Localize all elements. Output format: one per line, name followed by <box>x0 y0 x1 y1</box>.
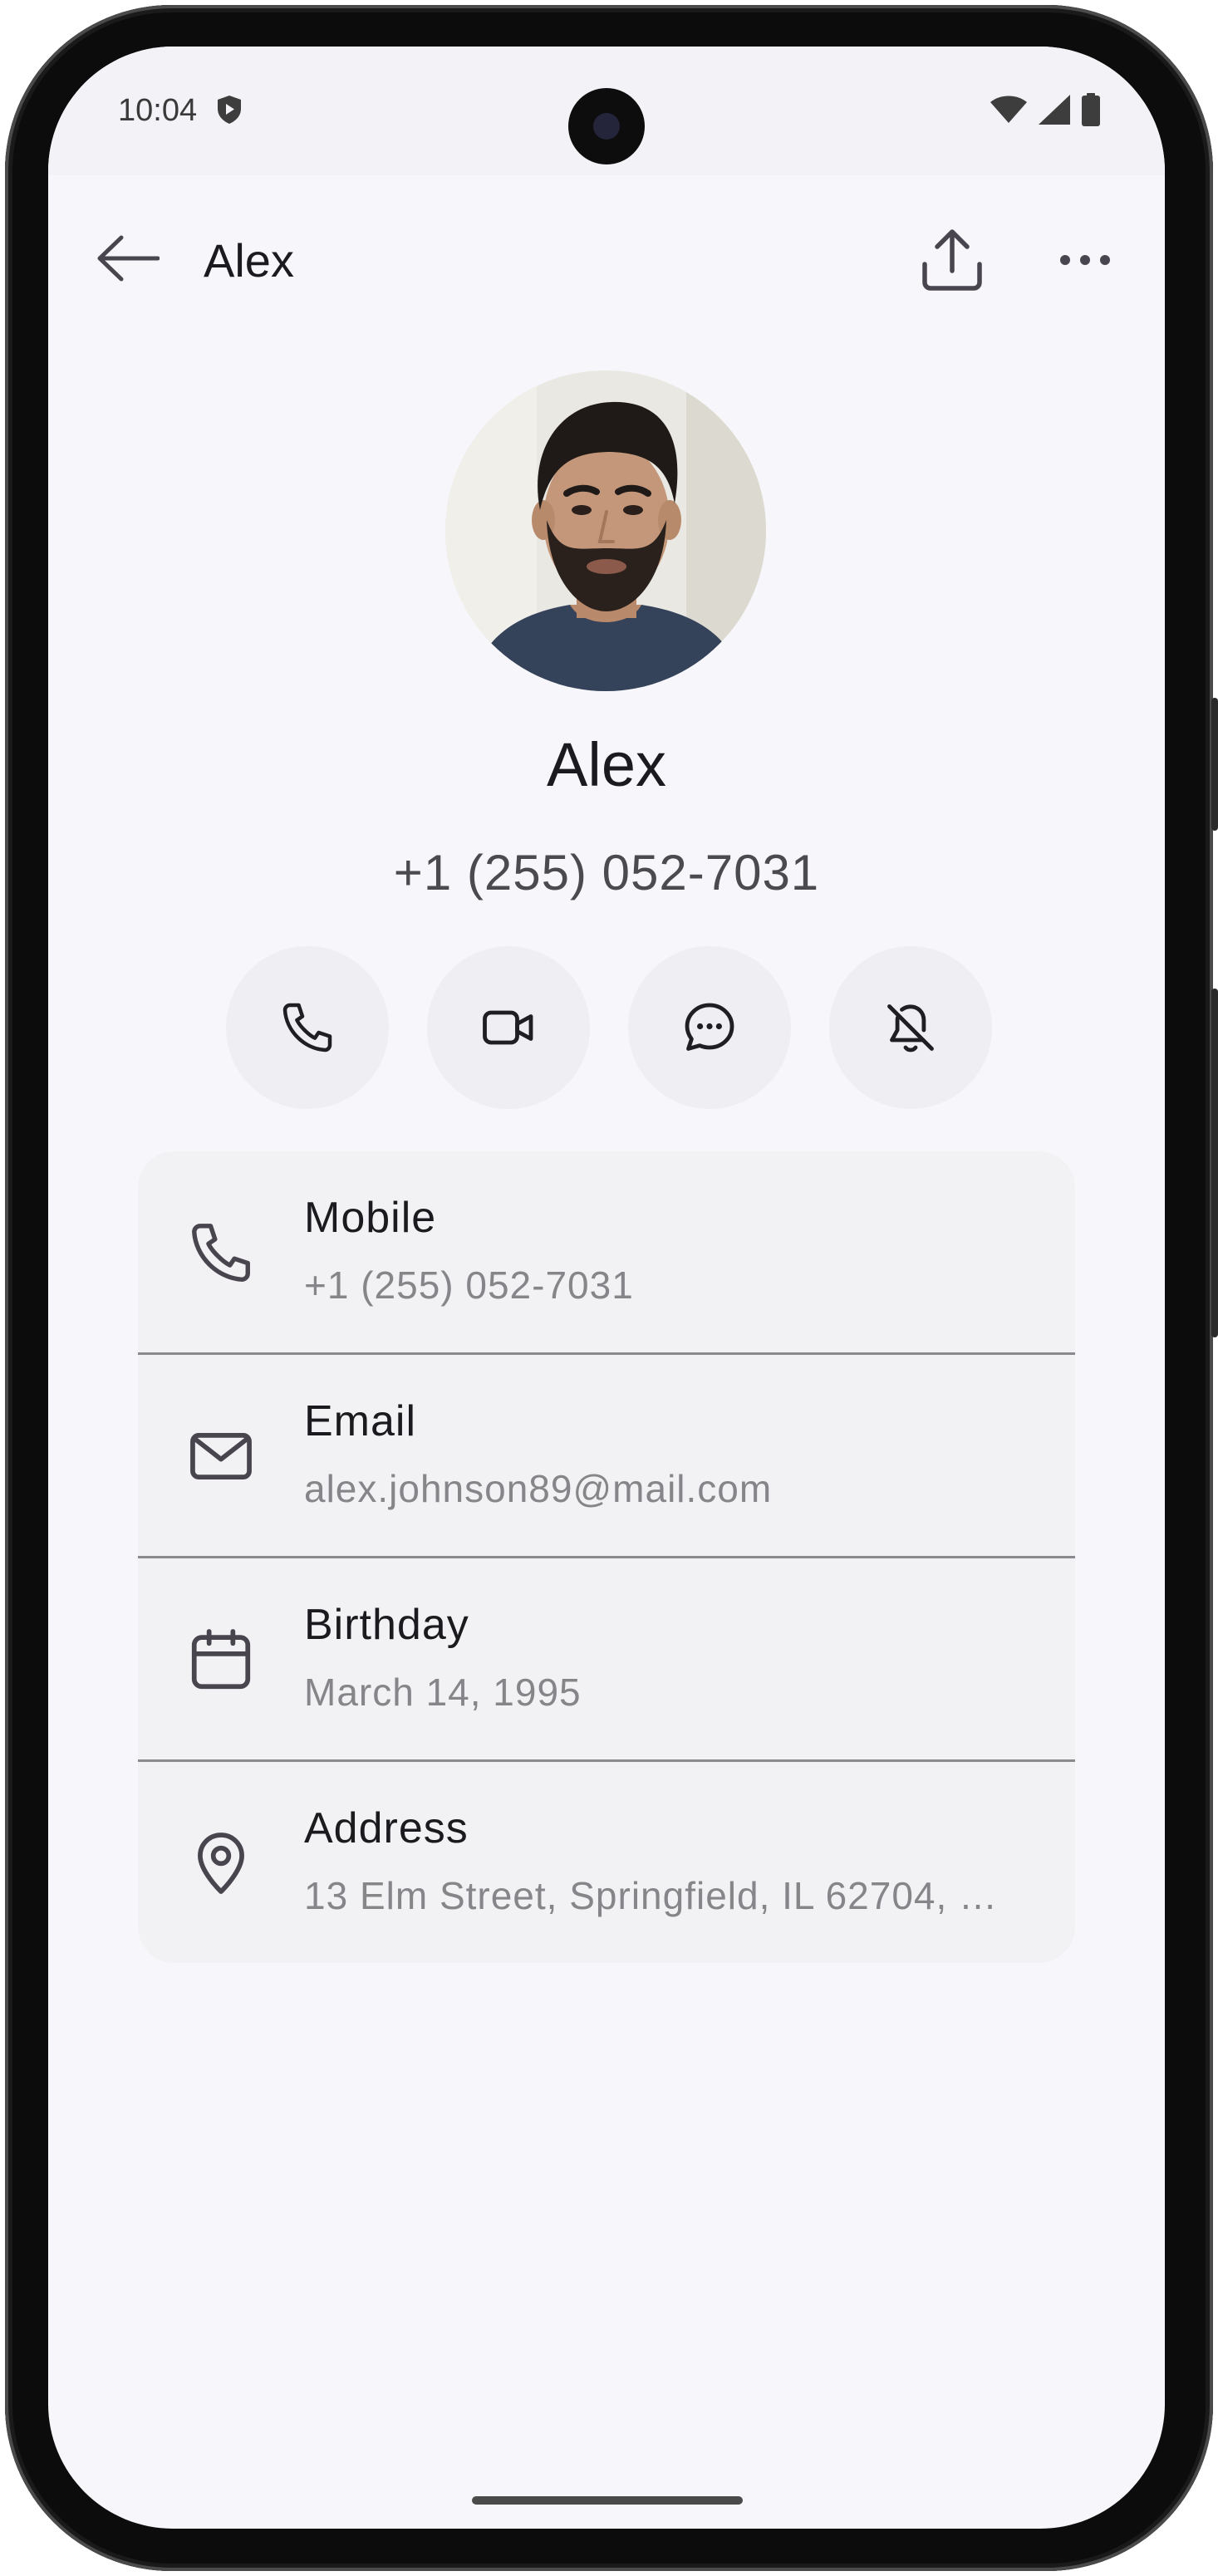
phone-device: 10:04 Alex Alex +1 (255) 052-7031 Mobile… <box>0 0 1218 2576</box>
call-button[interactable] <box>226 946 389 1109</box>
detail-label: Email <box>304 1397 417 1445</box>
status-bar: 10:04 <box>48 47 1165 175</box>
message-button[interactable] <box>628 946 791 1109</box>
status-icons <box>990 93 1100 126</box>
calendar-icon <box>181 1620 261 1700</box>
power-button <box>1211 989 1218 1337</box>
screen: 10:04 Alex Alex +1 (255) 052-7031 Mobile… <box>48 47 1165 2529</box>
contact-phone-number: +1 (255) 052-7031 <box>393 845 820 900</box>
detail-value: March 14, 1995 <box>304 1671 582 1714</box>
battery-icon <box>1082 93 1100 126</box>
detail-label: Birthday <box>304 1601 469 1649</box>
cellular-signal-icon <box>1039 95 1070 125</box>
detail-value: 13 Elm Street, Springfield, IL 62704, … <box>304 1874 999 1917</box>
detail-value: alex.johnson89@mail.com <box>304 1467 773 1510</box>
app-bar: Alex <box>48 209 1165 308</box>
front-camera <box>568 88 645 164</box>
wifi-icon <box>990 96 1027 123</box>
detail-label: Mobile <box>304 1194 437 1242</box>
contact-name: Alex <box>547 730 666 799</box>
mute-notifications-button[interactable] <box>829 946 992 1109</box>
shield-icon <box>218 96 241 124</box>
detail-value: +1 (255) 052-7031 <box>304 1263 634 1307</box>
more-options-button[interactable] <box>1045 220 1125 300</box>
more-horizontal-icon <box>1060 255 1110 265</box>
contact-photo <box>445 370 766 691</box>
detail-label: Address <box>304 1804 469 1852</box>
status-time: 10:04 <box>118 93 198 128</box>
back-button[interactable] <box>93 225 163 292</box>
detail-row-email[interactable]: Email alex.johnson89@mail.com <box>138 1355 1075 1556</box>
share-icon <box>922 229 982 291</box>
mail-icon <box>181 1416 261 1496</box>
video-icon <box>483 1010 533 1045</box>
home-indicator[interactable] <box>472 2496 743 2505</box>
bell-off-icon <box>887 1004 934 1052</box>
detail-row-birthday[interactable]: Birthday March 14, 1995 <box>138 1558 1075 1759</box>
avatar <box>445 370 766 691</box>
page-title: Alex <box>204 234 294 287</box>
video-call-button[interactable] <box>427 946 590 1109</box>
quick-actions <box>226 946 992 1109</box>
arrow-left-icon <box>97 235 160 282</box>
message-icon <box>685 1003 734 1051</box>
volume-button <box>1211 698 1218 831</box>
location-pin-icon <box>181 1823 261 1903</box>
detail-row-address[interactable]: Address 13 Elm Street, Springfield, IL 6… <box>138 1762 1075 1963</box>
phone-icon <box>181 1213 261 1293</box>
detail-row-mobile[interactable]: Mobile +1 (255) 052-7031 <box>138 1151 1075 1352</box>
share-button[interactable] <box>912 220 992 300</box>
phone-icon <box>282 1003 332 1052</box>
contact-details-card: Mobile +1 (255) 052-7031 Email alex.john… <box>138 1151 1075 1963</box>
